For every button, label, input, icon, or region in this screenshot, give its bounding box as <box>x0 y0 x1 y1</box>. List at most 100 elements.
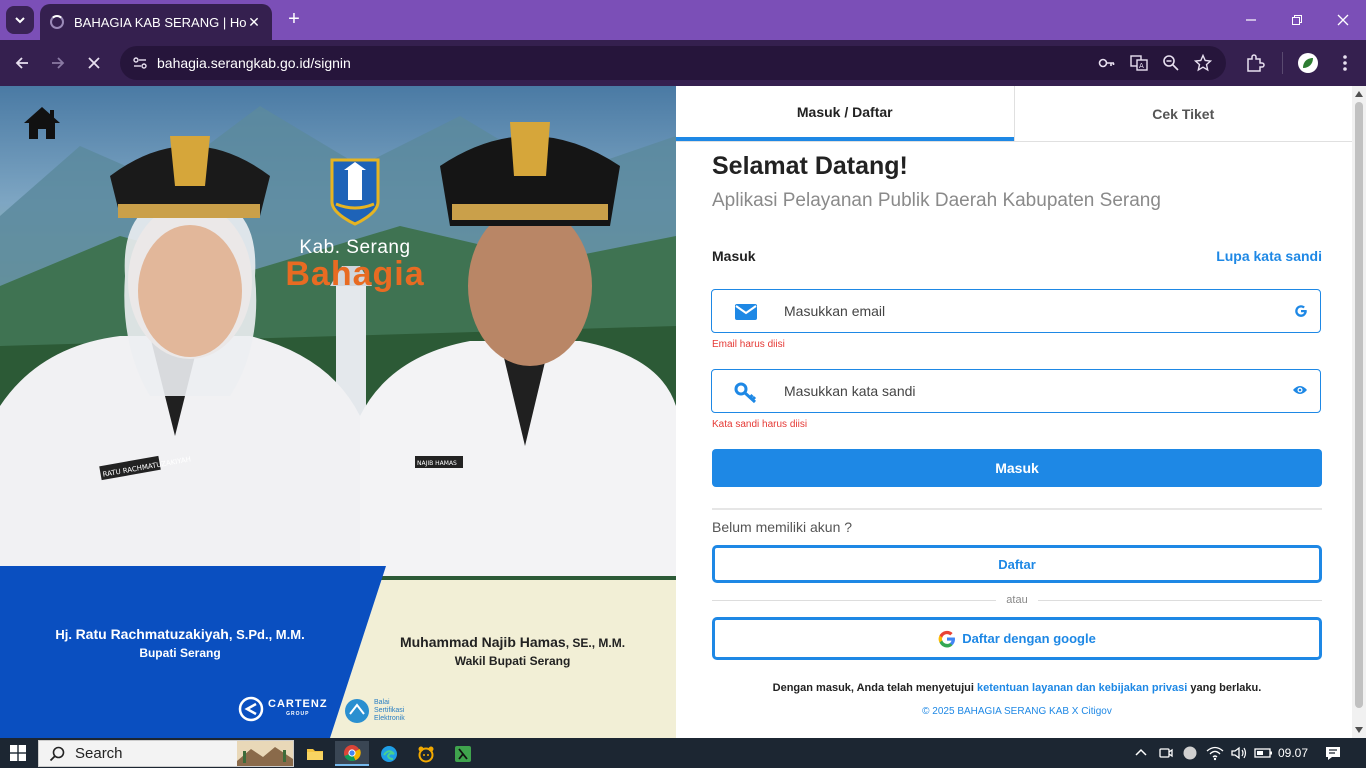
key-icon[interactable] <box>1098 54 1116 72</box>
email-error: Email harus diisi <box>712 339 785 350</box>
tab-search-button[interactable] <box>6 6 34 34</box>
close-window-button[interactable] <box>1320 0 1366 40</box>
translate-icon[interactable]: A <box>1130 54 1148 72</box>
extensions-puzzle-icon[interactable] <box>1244 52 1266 74</box>
loading-spinner-icon <box>50 15 64 29</box>
app-subtitle: Aplikasi Pelayanan Publik Daerah Kabupat… <box>712 190 1161 211</box>
login-button[interactable]: Masuk <box>712 449 1322 487</box>
cartenz-sub: GROUP <box>286 711 310 717</box>
search-highlight-landscape-icon <box>237 741 293 766</box>
back-button[interactable] <box>8 49 36 77</box>
edge-app[interactable] <box>372 741 406 766</box>
google-register-button[interactable]: Daftar dengan google <box>712 617 1322 660</box>
tab-masuk-daftar[interactable]: Masuk / Daftar <box>676 86 1014 141</box>
cartenz-name: CARTENZ <box>268 698 328 710</box>
tab-close-icon[interactable]: ✕ <box>246 14 262 31</box>
wakil-bupati-role: Wakil Bupati Serang <box>454 654 571 668</box>
taskbar-clock[interactable]: 09.07 <box>1278 746 1308 760</box>
wakil-bupati-caption: Muhammad Najib Hamas, SE., M.M. Wakil Bu… <box>370 634 655 668</box>
wifi-icon[interactable] <box>1206 745 1224 761</box>
arrow-left-icon <box>15 57 28 69</box>
windows-start-icon[interactable] <box>10 745 26 761</box>
login-section-label: Masuk <box>712 248 756 264</box>
meet-now-icon[interactable] <box>1158 745 1174 761</box>
wakil-bupati-name-suffix: , SE., M.M. <box>565 636 626 650</box>
password-placeholder: Masukkan kata sandi <box>784 383 916 399</box>
notification-icon[interactable] <box>1325 745 1341 761</box>
edge-icon <box>381 745 397 762</box>
copyright-text: © 2025 BAHAGIA SERANG KAB X Citigov <box>922 706 1112 717</box>
terms-text: Dengan masuk, Anda telah menyetujui kete… <box>712 682 1322 694</box>
taskbar-search-box[interactable]: Search <box>38 740 294 767</box>
or-label: atau <box>1006 594 1028 606</box>
name-badge-right: NAJIB HAMAS <box>417 460 457 467</box>
auth-tabs: Masuk / Daftar Cek Tiket <box>676 86 1352 142</box>
bsre-line-2: Sertifikasi <box>374 707 405 714</box>
browser-toolbar: bahagia.serangkab.go.id/signin A <box>0 40 1366 86</box>
bupati-role: Bupati Serang <box>139 646 221 660</box>
speaker-icon[interactable] <box>1230 745 1248 761</box>
forward-button[interactable] <box>44 49 72 77</box>
no-account-text: Belum memiliki akun ? <box>712 519 853 535</box>
zoom-icon[interactable] <box>1162 54 1180 72</box>
or-divider-left <box>712 600 996 601</box>
cartenz-logo: CARTENZ GROUP <box>238 696 328 722</box>
scrollbar-thumb[interactable] <box>1355 102 1363 708</box>
chrome-app[interactable] <box>335 741 369 766</box>
file-explorer-app[interactable] <box>298 741 332 766</box>
page-scrollbar[interactable] <box>1352 86 1366 738</box>
or-divider-right <box>1038 600 1322 601</box>
site-settings-icon[interactable] <box>132 55 148 71</box>
bear-icon <box>418 746 434 762</box>
email-field[interactable]: Masukkan email <box>711 289 1321 333</box>
restore-button[interactable] <box>1274 0 1320 40</box>
toolbar-divider <box>1282 52 1283 74</box>
terms-prefix: Dengan masuk, Anda telah menyetujui <box>772 682 974 694</box>
wakil-bupati-portrait: NAJIB HAMAS <box>360 122 676 576</box>
forgot-password-link[interactable]: Lupa kata sandi <box>1216 248 1322 264</box>
scroll-down-arrow-icon[interactable] <box>1355 727 1363 733</box>
close-icon <box>1337 14 1349 26</box>
arrow-right-icon <box>52 57 65 69</box>
minimize-button[interactable] <box>1228 0 1274 40</box>
bsre-logo: Balai Sertifikasi Elektronik <box>344 698 405 724</box>
bupati-name: Ratu Rachmatuzakiyah <box>75 626 229 642</box>
stop-loading-button[interactable] <box>80 49 108 77</box>
url-text: bahagia.serangkab.go.id/signin <box>157 55 351 71</box>
eye-icon[interactable] <box>1292 384 1308 396</box>
windows-taskbar: Search 09.07 <box>0 738 1366 768</box>
app-status-icon[interactable] <box>1182 745 1198 761</box>
bupati-caption: Hj. Ratu Rachmatuzakiyah, S.Pd., M.M. Bu… <box>30 626 330 660</box>
envelope-icon <box>735 304 757 320</box>
profile-leaf-icon <box>1303 58 1313 68</box>
menu-dots-icon[interactable] <box>1334 52 1356 74</box>
terminal-app[interactable] <box>446 741 480 766</box>
terms-suffix: yang berlaku. <box>1190 682 1262 694</box>
register-button[interactable]: Daftar <box>712 545 1322 583</box>
address-bar[interactable]: bahagia.serangkab.go.id/signin A <box>120 46 1226 80</box>
tab-cek-tiket[interactable]: Cek Tiket <box>1013 86 1353 141</box>
cartenz-icon <box>238 696 264 722</box>
bsre-icon <box>345 699 369 723</box>
password-field[interactable]: Masukkan kata sandi <box>711 369 1321 413</box>
google-g-icon[interactable] <box>1294 304 1308 318</box>
wakil-bupati-name: Muhammad Najib Hamas <box>399 634 566 650</box>
svg-text:A: A <box>1139 62 1144 70</box>
star-bookmark-icon[interactable] <box>1194 54 1212 72</box>
battery-icon[interactable] <box>1254 746 1274 760</box>
tab-title: BAHAGIA KAB SERANG | Home <box>74 14 246 30</box>
chevron-up-icon[interactable] <box>1134 746 1148 760</box>
auth-panel: Masuk / Daftar Cek Tiket Selamat Datang!… <box>676 86 1352 738</box>
hero-banner: Kab. Serang Bahagia RATU RACHMATUZAKIYAH <box>0 86 676 738</box>
terms-link[interactable]: ketentuan layanan dan kebijakan privasi <box>977 682 1187 694</box>
bsre-line-3: Elektronik <box>374 715 405 722</box>
bupati-name-suffix: , S.Pd., M.M. <box>228 627 305 642</box>
scroll-up-arrow-icon[interactable] <box>1355 91 1363 97</box>
profile-avatar[interactable] <box>1298 53 1318 73</box>
new-tab-button[interactable]: + <box>282 8 306 32</box>
browser-tab-active[interactable]: BAHAGIA KAB SERANG | Home ✕ <box>40 4 272 40</box>
password-error: Kata sandi harus diisi <box>712 419 808 430</box>
feedback-app[interactable] <box>409 741 443 766</box>
restore-icon <box>1292 15 1302 25</box>
minimize-icon <box>1246 19 1256 21</box>
